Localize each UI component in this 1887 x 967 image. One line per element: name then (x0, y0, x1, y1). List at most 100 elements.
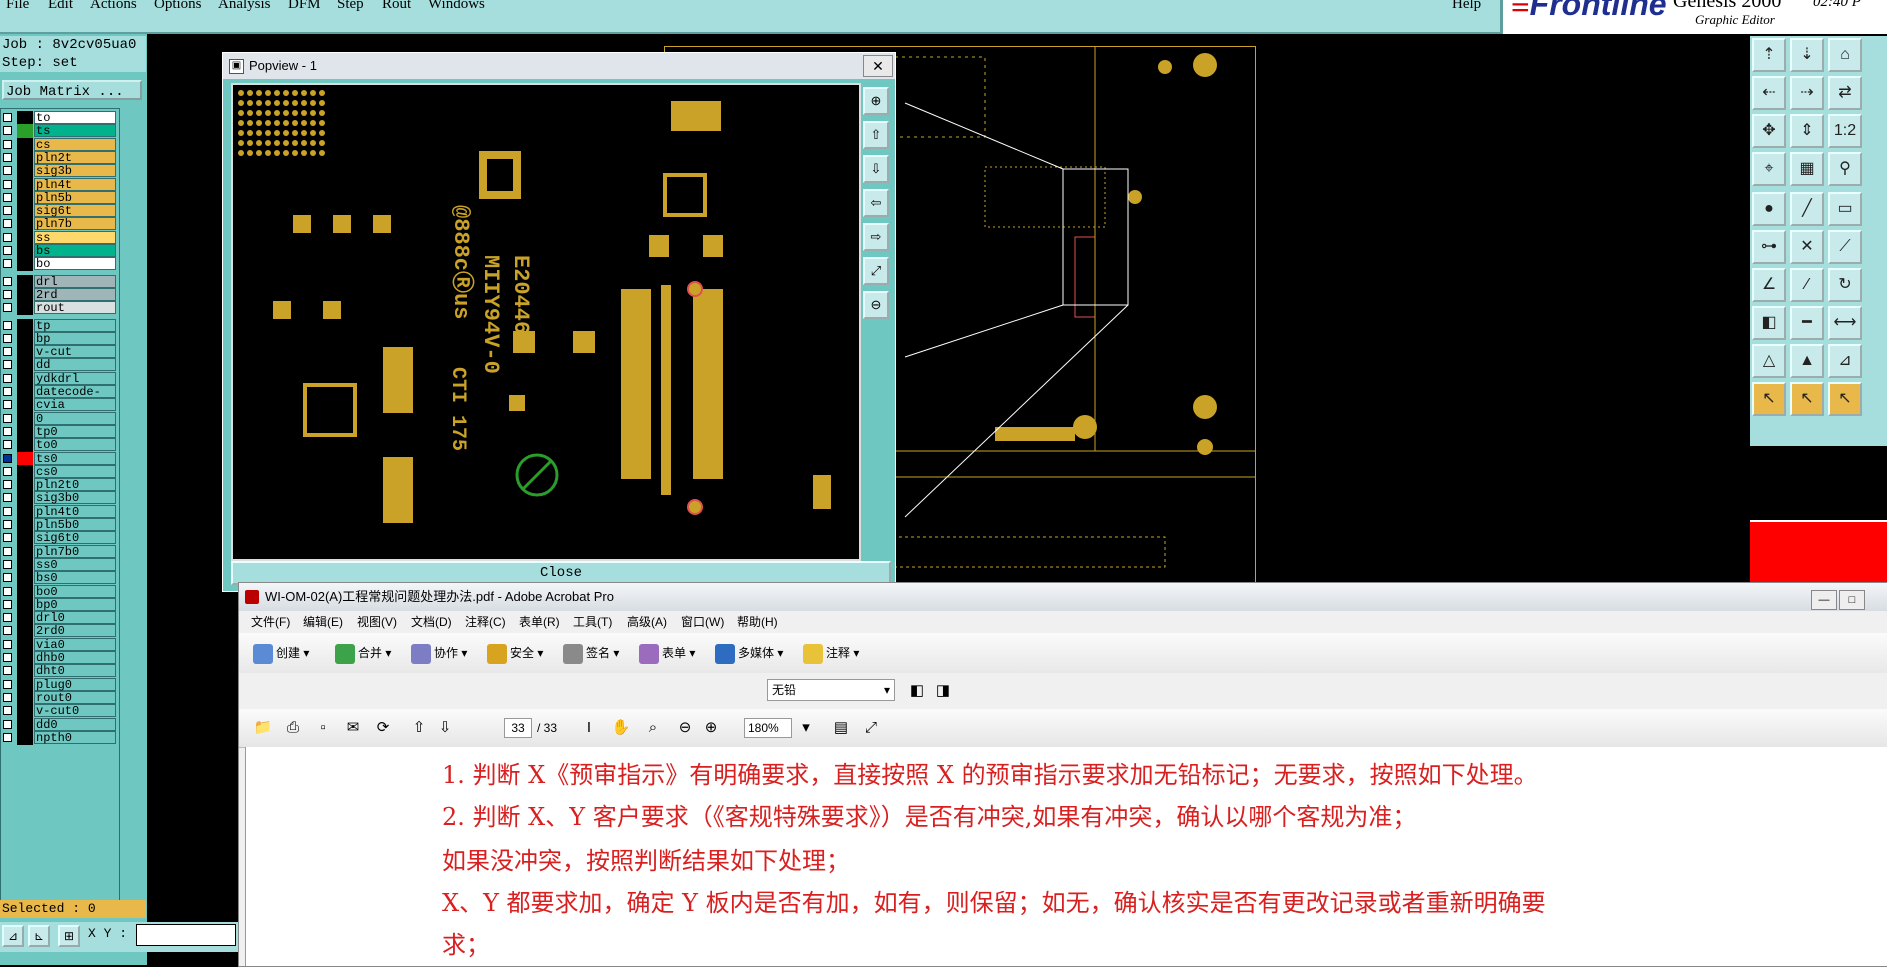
tool-line-icon[interactable]: ╱ (1790, 192, 1824, 226)
layer-row[interactable]: tp0 (1, 424, 119, 439)
menu-analysis[interactable]: Analysis (218, 0, 271, 13)
ac-menu-file[interactable]: 文件(F) (251, 611, 290, 633)
layer-name[interactable]: bo (34, 257, 116, 271)
layer-checkbox[interactable] (3, 179, 12, 189)
layer-name[interactable]: dd (34, 358, 116, 372)
menu-step[interactable]: Step (337, 0, 364, 13)
layer-row[interactable]: drl0 (1, 611, 119, 626)
layer-name[interactable]: plug0 (34, 677, 116, 691)
multimedia-button[interactable]: 多媒体 ▾ (715, 641, 783, 665)
layer-name[interactable]: pln5b0 (34, 518, 116, 532)
menu-dfm[interactable]: DFM (288, 0, 321, 13)
layer-row[interactable]: pln2t (1, 150, 119, 165)
tool-grid-icon[interactable]: ▦ (1790, 152, 1824, 186)
menu-options[interactable]: Options (154, 0, 202, 13)
fit-width-icon[interactable]: ⤢ (859, 716, 883, 740)
layer-name[interactable]: dd0 (34, 717, 116, 731)
upload-icon[interactable]: ⟳ (371, 716, 395, 740)
layer-row[interactable]: pln5b (1, 190, 119, 205)
layer-name[interactable]: pln2t (34, 150, 116, 164)
tool-network-icon[interactable]: ⚲ (1828, 152, 1862, 186)
layer-row[interactable]: ts0 (1, 451, 119, 466)
layer-name[interactable]: datecode-ts (34, 385, 116, 412)
zoom-out-icon[interactable]: ⊖ (673, 716, 697, 740)
layer-name[interactable]: ss0 (34, 557, 116, 571)
layer-checkbox[interactable] (3, 440, 12, 450)
layer-checkbox[interactable] (3, 559, 12, 569)
layer-row[interactable]: pln7b0 (1, 544, 119, 559)
layer-checkbox[interactable] (3, 732, 12, 742)
layer-row[interactable]: bs (1, 244, 119, 258)
layer-checkbox[interactable] (3, 706, 12, 716)
ac-menu-view[interactable]: 视图(V) (357, 611, 397, 633)
layer-checkbox[interactable] (3, 289, 12, 299)
layer-checkbox[interactable] (3, 533, 12, 543)
layer-name[interactable]: pln2t0 (34, 478, 116, 492)
layer-row[interactable]: pln2t0 (1, 478, 119, 493)
layer-name[interactable]: 2rd (34, 287, 116, 301)
layer-checkbox[interactable] (3, 360, 12, 370)
pv-pan-down-icon[interactable]: ⇩ (863, 155, 889, 183)
layer-row[interactable]: ts (1, 124, 119, 139)
layer-checkbox[interactable] (3, 639, 12, 649)
zoom-input[interactable]: 180% (744, 718, 792, 738)
layer-checkbox[interactable] (3, 303, 12, 313)
tool-measure-icon[interactable]: ⟷ (1828, 306, 1862, 340)
layer-row[interactable]: bo (1, 257, 119, 272)
ac-menu-comment[interactable]: 注释(C) (465, 611, 506, 633)
layer-row[interactable]: dd (1, 358, 119, 373)
layer-name[interactable]: tp (34, 318, 116, 332)
layer-row[interactable]: ss (1, 230, 119, 245)
create-button[interactable]: 创建 ▾ (253, 641, 309, 665)
open-icon[interactable]: 📁 (251, 716, 275, 740)
layer-row[interactable]: datecode-ts (1, 385, 119, 412)
layer-name[interactable]: 2rd0 (34, 624, 116, 638)
layer-name[interactable]: rout0 (34, 690, 116, 704)
zoom-in-icon[interactable]: ⊕ (699, 716, 723, 740)
layer-name[interactable]: tp0 (34, 424, 116, 438)
layer-row[interactable]: cs (1, 137, 119, 152)
layer-name[interactable]: cs (34, 137, 116, 151)
layer-row[interactable]: to0 (1, 438, 119, 453)
minimize-icon[interactable]: — (1811, 590, 1837, 610)
tool-select-icon[interactable]: ↖ (1752, 382, 1786, 416)
layer-checkbox[interactable] (3, 666, 12, 676)
layer-next-icon[interactable]: ◨ (931, 679, 955, 703)
layer-row[interactable]: dht0 (1, 664, 119, 679)
pv-zoom-in-icon[interactable]: ⊕ (863, 87, 889, 115)
layer-checkbox[interactable] (3, 520, 12, 529)
layer-row[interactable]: rout (1, 301, 119, 316)
layer-checkbox[interactable] (3, 276, 12, 286)
layer-row[interactable]: to (1, 111, 119, 125)
menu-help[interactable]: Help (1452, 0, 1481, 13)
layer-checkbox[interactable] (3, 599, 12, 609)
layer-name[interactable]: pln5b (34, 190, 116, 204)
layer-checkbox[interactable] (3, 653, 12, 662)
sign-button[interactable]: 签名 ▾ (563, 641, 619, 665)
layer-row[interactable]: ydkdrl (1, 371, 119, 386)
layer-row[interactable]: tp (1, 318, 119, 333)
layer-row[interactable]: 2rd (1, 287, 119, 302)
layer-checkbox[interactable] (3, 466, 12, 476)
layer-name[interactable]: npth0 (34, 730, 116, 744)
menu-actions[interactable]: Actions (90, 0, 137, 13)
layer-checkbox[interactable] (3, 347, 12, 357)
layer-row[interactable]: via0 (1, 637, 119, 652)
pv-zoom-out-icon[interactable]: ⊖ (863, 291, 889, 319)
layer-row[interactable]: sig3b0 (1, 491, 119, 506)
layer-name[interactable]: bo0 (34, 584, 116, 598)
layer-name[interactable]: bp (34, 331, 116, 345)
pv-fit-icon[interactable]: ⤢ (863, 257, 889, 285)
layer-name[interactable]: sig3b0 (34, 491, 116, 505)
tool-top-icon[interactable]: ⇡ (1752, 38, 1786, 72)
zoom-tool-icon[interactable]: ⌕ (641, 716, 665, 740)
layer-row[interactable]: pln4t0 (1, 504, 119, 519)
layer-row[interactable]: 0 (1, 411, 119, 426)
print-icon[interactable]: ⎙ (281, 716, 305, 740)
layer-row[interactable]: 2rd0 (1, 624, 119, 639)
layer-name[interactable]: sig3b (34, 164, 116, 178)
collaborate-button[interactable]: 协作 ▾ (411, 641, 467, 665)
layer-name[interactable]: pln7b (34, 217, 116, 231)
layer-row[interactable]: pln5b0 (1, 518, 119, 532)
layer-name[interactable]: bs (34, 244, 116, 258)
